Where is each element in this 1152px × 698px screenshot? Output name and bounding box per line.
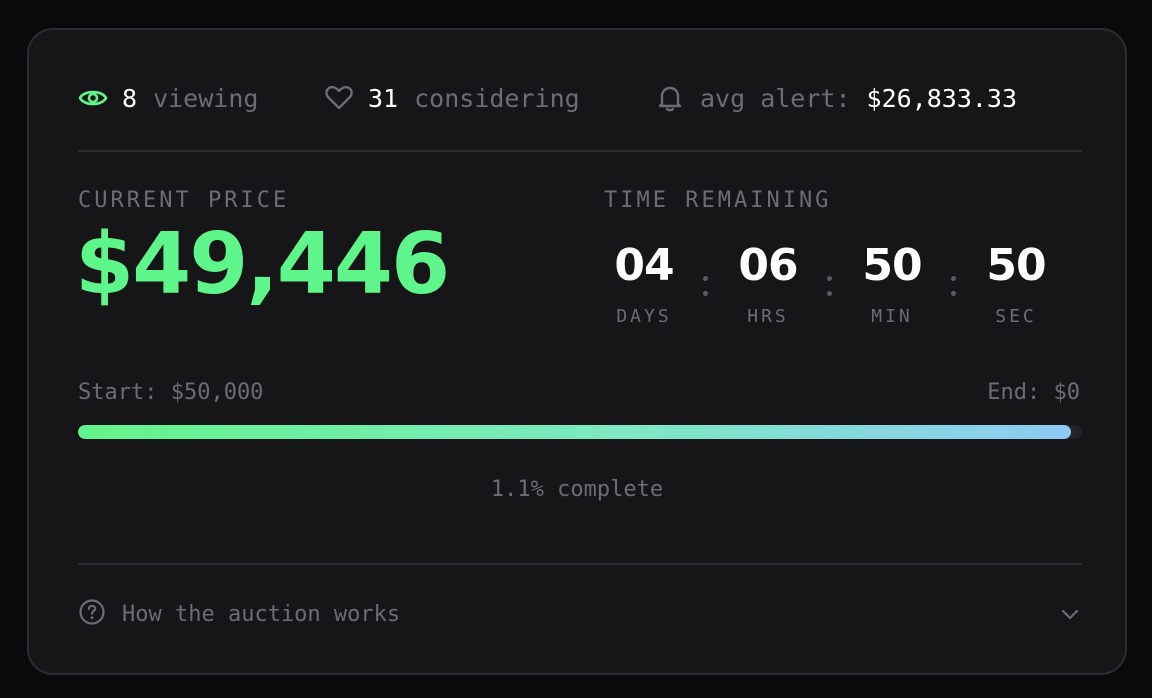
seconds-unit: SEC (995, 306, 1037, 327)
time-remaining-label: TIME REMAINING (604, 188, 832, 213)
countdown-separator (827, 276, 833, 306)
auction-info-label: How the auction works (122, 601, 401, 627)
question-circle-icon (78, 598, 106, 630)
days-value: 04 (614, 240, 674, 291)
price-progress-fill (78, 425, 1071, 439)
countdown-separator (951, 276, 957, 306)
current-price-value: $49,446 (75, 215, 450, 314)
viewing-count: 8 (122, 83, 138, 113)
price-progress-bar (78, 425, 1082, 439)
stats-bar: 8 viewing 31 considering avg alert: $26,… (29, 30, 1125, 152)
considering-stat: 31 considering (324, 83, 580, 113)
auction-card: 8 viewing 31 considering avg alert: $26,… (27, 28, 1127, 675)
minutes-value: 50 (862, 240, 922, 291)
chevron-down-icon[interactable] (1060, 604, 1080, 628)
alert-stat: avg alert: $26,833.33 (656, 83, 1017, 113)
end-price-label: End: $0 (987, 380, 1080, 405)
progress-complete-text: 1.1% complete (490, 477, 664, 502)
bottom-divider (78, 563, 1082, 565)
viewing-stat: 8 viewing (78, 83, 258, 113)
countdown-seconds: 50 SEC (976, 240, 1056, 328)
eye-icon (78, 86, 108, 110)
days-unit: DAYS (616, 306, 672, 327)
alert-value: $26,833.33 (866, 83, 1018, 113)
countdown-hours: 06 HRS (728, 240, 808, 328)
alert-label: avg alert: (700, 83, 851, 113)
viewing-label: viewing (153, 83, 259, 113)
start-price-label: Start: $50,000 (78, 380, 264, 405)
countdown-days: 04 DAYS (604, 240, 684, 328)
countdown-minutes: 50 MIN (852, 240, 932, 328)
top-divider (78, 150, 1082, 152)
countdown-separator (703, 276, 709, 306)
considering-count: 31 (368, 83, 399, 113)
hours-value: 06 (738, 240, 798, 291)
bell-icon[interactable] (656, 84, 684, 112)
minutes-unit: MIN (871, 306, 913, 327)
considering-label: considering (414, 83, 580, 113)
seconds-value: 50 (986, 240, 1046, 291)
heart-icon[interactable] (324, 85, 354, 111)
current-price-label: CURRENT PRICE (78, 188, 290, 213)
hours-unit: HRS (747, 306, 789, 327)
auction-info-toggle[interactable]: How the auction works (78, 596, 1082, 632)
